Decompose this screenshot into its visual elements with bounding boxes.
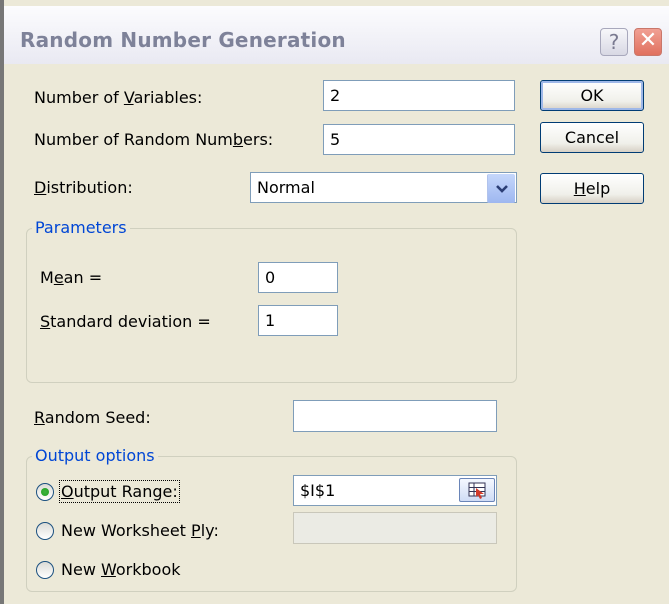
help-button[interactable]: Help <box>540 173 644 204</box>
standard-deviation-input[interactable]: 1 <box>258 305 338 336</box>
new-worksheet-ply-radio[interactable] <box>36 522 54 540</box>
cancel-button[interactable]: Cancel <box>540 122 644 153</box>
output-options-legend: Output options <box>32 446 158 465</box>
number-of-random-numbers-value: 5 <box>330 130 341 149</box>
number-of-random-numbers-input[interactable]: 5 <box>323 124 515 155</box>
new-workbook-radio[interactable] <box>36 561 54 579</box>
random-number-generation-dialog: Random Number Generation ? ✕ Number of V… <box>0 0 669 604</box>
mean-input[interactable]: 0 <box>258 262 338 293</box>
mean-label: Mean = <box>40 268 103 287</box>
number-of-variables-value: 2 <box>330 86 341 105</box>
parameters-legend: Parameters <box>32 218 130 237</box>
output-range-label[interactable]: Output Range: <box>59 480 180 503</box>
titlebar-close-button[interactable]: ✕ <box>634 28 662 56</box>
distribution-label: Distribution: <box>34 178 133 197</box>
window-left-edge <box>0 0 4 604</box>
mean-value: 0 <box>265 268 276 287</box>
random-seed-label: Random Seed: <box>34 408 151 427</box>
radio-selected-dot <box>41 488 49 496</box>
number-of-variables-label: Number of Variables: <box>34 88 203 107</box>
new-worksheet-ply-input[interactable] <box>293 512 497 544</box>
chevron-down-icon[interactable] <box>487 174 515 203</box>
output-range-radio[interactable] <box>36 483 54 501</box>
random-seed-input[interactable] <box>293 400 497 432</box>
number-of-variables-input[interactable]: 2 <box>323 80 515 111</box>
distribution-value: Normal <box>257 178 315 197</box>
new-worksheet-ply-label[interactable]: New Worksheet Ply: <box>61 521 219 540</box>
dialog-title: Random Number Generation <box>20 28 346 52</box>
number-of-random-numbers-label: Number of Random Numbers: <box>34 130 274 149</box>
title-bar[interactable]: Random Number Generation ? ✕ <box>4 6 669 64</box>
distribution-select[interactable]: Normal <box>250 172 517 203</box>
titlebar-help-button[interactable]: ? <box>600 28 628 56</box>
standard-deviation-label: Standard deviation = <box>40 312 211 331</box>
output-range-value: $I$1 <box>300 481 336 500</box>
range-select-icon[interactable] <box>459 478 495 502</box>
ok-button[interactable]: OK <box>540 80 644 111</box>
new-workbook-label[interactable]: New Workbook <box>61 560 181 579</box>
standard-deviation-value: 1 <box>265 311 276 330</box>
